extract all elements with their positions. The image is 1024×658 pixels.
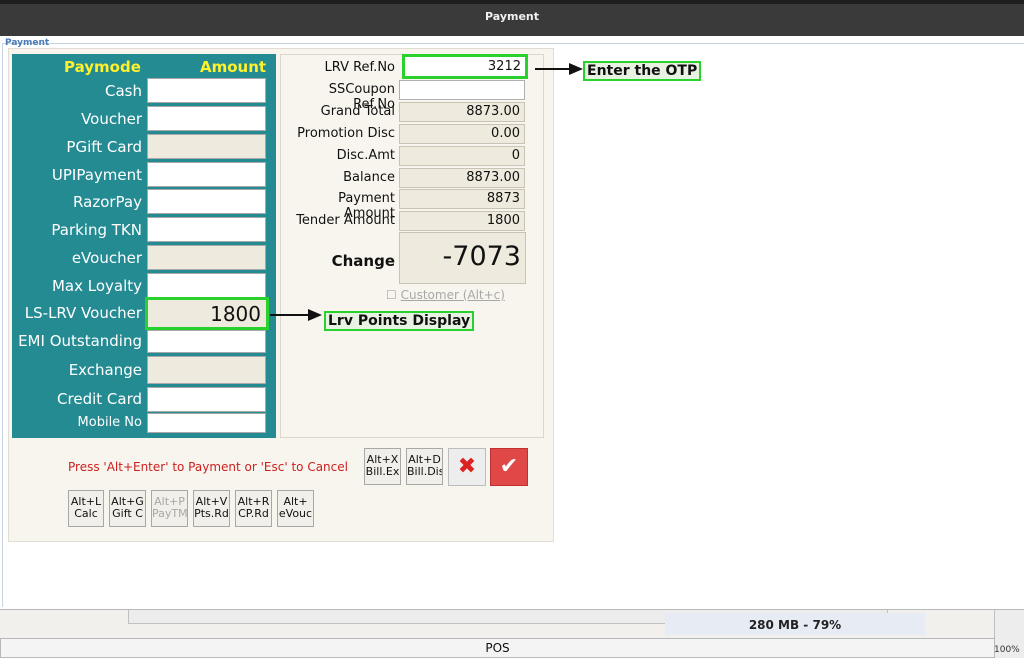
sscoupon-input[interactable]	[399, 80, 525, 100]
bill-dis-button[interactable]: Alt+D Bill.Dis	[406, 448, 443, 485]
paytm-label: PayTM	[152, 507, 188, 520]
checkbox-square-icon: ☐	[386, 288, 397, 302]
confirm-payment-button[interactable]: ✔	[490, 448, 528, 486]
gift-card-label: Gift C	[112, 507, 143, 520]
bill-dis-label: Bill.Dis	[407, 465, 443, 478]
memory-usage-label: 280 MB - 79%	[665, 613, 925, 635]
tender-amount-value: 1800	[399, 211, 525, 231]
evoucher-amount-input	[147, 245, 266, 270]
change-value: -7073	[399, 232, 526, 284]
voucher-amount-input[interactable]	[147, 106, 266, 131]
customer-checkbox: ☐ Customer (Alt+c)	[386, 288, 505, 302]
window-titlebar: Payment	[0, 0, 1024, 36]
paymode-label-pgift-card: PGift Card	[66, 138, 142, 156]
cash-amount-input[interactable]	[147, 78, 266, 103]
paymode-header: Paymode	[64, 58, 141, 76]
balance-value: 8873.00	[399, 168, 525, 188]
status-label: POS	[485, 641, 510, 655]
checkmark-icon: ✔	[499, 454, 519, 479]
paymode-label-parking-tkn: Parking TKN	[51, 221, 142, 239]
keyboard-hint: Press 'Alt+Enter' to Payment or 'Esc' to…	[68, 460, 348, 474]
status-bar: POS	[0, 638, 995, 658]
otp-arrow-line	[535, 68, 571, 70]
bill-ex-button[interactable]: Alt+X Bill.Ex	[364, 448, 401, 485]
cp-redeem-button[interactable]: Alt+R CP.Rd	[235, 490, 272, 527]
points-redeem-label: Pts.Rd	[194, 507, 229, 520]
paymode-label-mobile-no: Mobile No	[77, 415, 142, 430]
paymode-label-exchange: Exchange	[68, 361, 142, 379]
amount-header: Amount	[200, 58, 267, 76]
lrv-ref-input[interactable]: 3212	[402, 54, 528, 79]
promotion-disc-value: 0.00	[399, 124, 525, 144]
disc-amt-value: 0	[399, 146, 525, 166]
paymode-label-emi-outstanding: EMI Outstanding	[18, 332, 142, 350]
zoom-level: 100%	[994, 645, 1020, 655]
lrv-points-arrow-line	[270, 314, 310, 316]
tender-amount-label: Tender Amount	[296, 213, 395, 228]
paymode-label-evoucher: eVoucher	[71, 249, 142, 267]
points-redeem-button[interactable]: Alt+V Pts.Rd	[193, 490, 230, 527]
lrv-ref-label: LRV Ref.No	[324, 60, 395, 75]
paymode-label-ls-lrv-voucher: LS-LRV Voucher	[24, 304, 142, 322]
lrv-points-annotation: Lrv Points Display	[324, 311, 475, 331]
max-loyalty-amount-input[interactable]	[147, 273, 266, 298]
cp-redeem-label: CP.Rd	[238, 507, 269, 520]
payment-amount-value: 8873	[399, 189, 525, 209]
grand-total-value: 8873.00	[399, 102, 525, 122]
window-title: Payment	[484, 10, 540, 23]
paytm-button: Alt+P PayTM	[151, 490, 188, 527]
grand-total-label: Grand Total	[320, 104, 395, 119]
credit-card-amount-input[interactable]	[147, 387, 266, 412]
paymode-label-upipayment: UPIPayment	[51, 166, 142, 184]
parking-tkn-amount-input[interactable]	[147, 217, 266, 242]
calc-button[interactable]: Alt+L Calc	[68, 490, 104, 527]
otp-arrow-head-icon	[569, 63, 583, 75]
customer-checkbox-label: Customer (Alt+c)	[400, 288, 505, 302]
paymode-label-razorpay: RazorPay	[73, 193, 142, 211]
dialog-caption: Payment	[5, 38, 50, 48]
pgift-card-amount-input	[147, 134, 266, 159]
balance-label: Balance	[343, 170, 395, 185]
calc-label: Calc	[74, 507, 98, 520]
paymode-label-max-loyalty: Max Loyalty	[51, 277, 142, 295]
paymode-label-credit-card: Credit Card	[57, 390, 142, 408]
otp-annotation: Enter the OTP	[583, 61, 702, 81]
ls-lrv-voucher-amount-input[interactable]: 1800	[145, 297, 269, 330]
mobile-no-input[interactable]	[147, 413, 266, 433]
bill-ex-label: Bill.Ex	[365, 465, 400, 478]
evoucher-label: eVouc	[278, 507, 313, 520]
close-icon: ✖	[457, 454, 477, 479]
titlebar-top-strip	[0, 0, 1024, 4]
evoucher-button[interactable]: Alt+ eVouc	[277, 490, 314, 527]
lrv-points-arrow-head-icon	[308, 309, 322, 321]
exchange-amount-input	[147, 356, 266, 384]
promotion-disc-label: Promotion Disc	[297, 126, 395, 141]
upipayment-amount-input[interactable]	[147, 162, 266, 187]
disc-amt-label: Disc.Amt	[336, 148, 395, 163]
cancel-button[interactable]: ✖	[448, 448, 486, 486]
paymode-label-cash: Cash	[105, 82, 142, 100]
gift-card-button[interactable]: Alt+G Gift C	[109, 490, 146, 527]
razorpay-amount-input[interactable]	[147, 189, 266, 214]
emi-outstanding-amount-input[interactable]	[147, 330, 266, 353]
paymode-label-voucher: Voucher	[81, 110, 142, 128]
change-label: Change	[331, 252, 395, 270]
